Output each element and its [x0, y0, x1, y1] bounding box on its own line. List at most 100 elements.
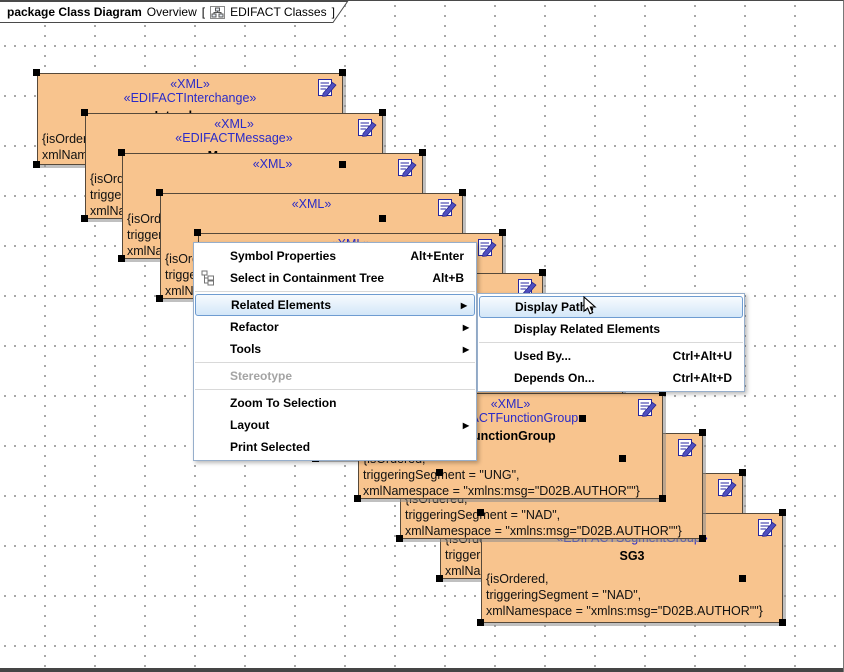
- selection-handle[interactable]: [118, 255, 125, 262]
- menu-item-label: Zoom To Selection: [230, 392, 336, 414]
- menu-item-print-selected[interactable]: Print Selected: [194, 436, 476, 458]
- menu-separator: [195, 291, 475, 292]
- menu-shortcut: Ctrl+Alt+U: [673, 345, 732, 367]
- menu-item-stereotype[interactable]: Stereotype: [194, 365, 476, 387]
- diagram-canvas[interactable]: «XML»«EDIFACTInterchange»Interchange{isO…: [0, 0, 844, 672]
- frame-bracket-close: ]: [332, 5, 335, 19]
- diagram-kind-label: package Class Diagram: [7, 5, 142, 19]
- documentation-icon: [758, 519, 778, 537]
- containment-tree-icon: [201, 270, 215, 286]
- selection-handle[interactable]: [659, 495, 666, 502]
- documentation-icon: [318, 79, 338, 97]
- selection-handle[interactable]: [156, 189, 163, 196]
- selection-handle[interactable]: [33, 69, 40, 76]
- class-property: xmlNamespace = "xmlns:msg="D02B.AUTHOR""…: [363, 483, 661, 499]
- documentation-icon: [438, 199, 458, 217]
- selection-handle[interactable]: [156, 295, 163, 302]
- selection-handle[interactable]: [81, 215, 88, 222]
- stereotype-label: «EDIFACTMessage»: [86, 131, 382, 145]
- menu-item-label: Layout: [230, 414, 269, 436]
- selection-handle[interactable]: [194, 229, 201, 236]
- menu-shortcut: Ctrl+Alt+D: [673, 367, 732, 389]
- stereotype-label: «XML»: [123, 157, 422, 171]
- related-elements-submenu: Display PathsDisplay Related Elements Use…: [477, 293, 745, 392]
- selection-handle[interactable]: [436, 575, 443, 582]
- menu-item-select-in-containment-tree[interactable]: Select in Containment TreeAlt+B: [194, 267, 476, 289]
- stereotype-label: [161, 211, 462, 225]
- menu-item-used-by[interactable]: Used By...Ctrl+Alt+U: [478, 345, 744, 367]
- menu-item-label: Tools: [230, 338, 261, 360]
- menu-item-label: Print Selected: [230, 436, 310, 458]
- menu-item-tools[interactable]: Tools ▶: [194, 338, 476, 360]
- selection-handle[interactable]: [81, 109, 88, 116]
- class-property: xmlNamespace = "xmlns:msg="D02B.AUTHOR""…: [405, 523, 701, 539]
- selection-handle[interactable]: [354, 495, 361, 502]
- selection-handle[interactable]: [739, 575, 746, 582]
- class-property: triggeringSegment = "UNG",: [363, 467, 661, 483]
- stereotype-label: «XML»: [161, 197, 462, 211]
- selection-handle[interactable]: [379, 109, 386, 116]
- selection-handle[interactable]: [339, 69, 346, 76]
- class-property: {isOrdered,: [486, 571, 781, 587]
- menu-item-related-elements[interactable]: Related Elements ▶: [195, 294, 475, 316]
- menu-item-refactor[interactable]: Refactor▶: [194, 316, 476, 338]
- selection-handle[interactable]: [477, 509, 484, 516]
- selection-handle[interactable]: [379, 215, 386, 222]
- class-diagram-icon: [210, 6, 225, 19]
- class-name: SG3: [482, 548, 782, 564]
- menu-item-symbol-properties[interactable]: Symbol PropertiesAlt+Enter: [194, 245, 476, 267]
- arrow-cursor-icon: [583, 296, 597, 317]
- menu-separator: [479, 342, 743, 343]
- selection-handle[interactable]: [539, 269, 546, 276]
- selection-handle[interactable]: [396, 535, 403, 542]
- menu-item-label: Display Paths: [515, 297, 594, 317]
- diagram-name-label: Overview: [147, 5, 197, 19]
- selection-handle[interactable]: [477, 619, 484, 626]
- menu-item-label: Related Elements: [231, 295, 331, 315]
- context-menu: Symbol PropertiesAlt+EnterSelect in Cont…: [193, 242, 477, 461]
- selection-handle[interactable]: [619, 455, 626, 462]
- canvas-bottom-edge: [0, 668, 843, 672]
- documentation-icon: [398, 159, 418, 177]
- selection-handle[interactable]: [499, 229, 506, 236]
- frame-bracket-open: [: [202, 5, 205, 19]
- menu-item-label: Depends On...: [514, 367, 595, 389]
- selection-handle[interactable]: [436, 469, 443, 476]
- documentation-icon: [718, 479, 738, 497]
- selection-handle[interactable]: [699, 429, 706, 436]
- selection-handle[interactable]: [779, 509, 786, 516]
- menu-item-label: Refactor: [230, 316, 279, 338]
- submenu-arrow-icon: ▶: [463, 339, 469, 361]
- documentation-icon: [358, 119, 378, 137]
- stereotype-label: «XML»: [38, 77, 342, 91]
- menu-item-layout[interactable]: Layout ▶: [194, 414, 476, 436]
- selection-handle[interactable]: [419, 149, 426, 156]
- documentation-icon: [478, 239, 498, 257]
- menu-item-depends-on[interactable]: Depends On... Ctrl+Alt+D: [478, 367, 744, 389]
- menu-item-display-paths[interactable]: Display Paths: [479, 296, 743, 318]
- selection-handle[interactable]: [459, 189, 466, 196]
- stereotype-label: «EDIFACTInterchange»: [38, 91, 342, 105]
- class-property: triggeringSegment = "NAD",: [486, 587, 781, 603]
- class-property: xmlNamespace = "xmlns:msg="D02B.AUTHOR""…: [486, 603, 781, 619]
- frame-label: EDIFACT Classes: [230, 5, 326, 19]
- menu-shortcut: Alt+B: [432, 267, 464, 289]
- selection-handle[interactable]: [579, 415, 586, 422]
- selection-handle[interactable]: [779, 619, 786, 626]
- selection-handle[interactable]: [339, 161, 346, 168]
- submenu-arrow-icon: ▶: [461, 296, 467, 316]
- documentation-icon: [678, 439, 698, 457]
- submenu-arrow-icon: ▶: [463, 415, 469, 437]
- menu-item-zoom-to-selection[interactable]: Zoom To Selection: [194, 392, 476, 414]
- selection-handle[interactable]: [739, 469, 746, 476]
- mouse-cursor: [583, 296, 597, 322]
- stereotype-label: [123, 171, 422, 185]
- menu-item-label: Stereotype: [230, 365, 292, 387]
- menu-shortcut: Alt+Enter: [410, 245, 464, 267]
- selection-handle[interactable]: [118, 149, 125, 156]
- selection-handle[interactable]: [33, 161, 40, 168]
- selection-handle[interactable]: [699, 535, 706, 542]
- menu-item-display-related-elements[interactable]: Display Related Elements: [478, 318, 744, 340]
- menu-separator: [195, 362, 475, 363]
- diagram-frame-header: package Class Diagram Overview [ EDIFACT…: [0, 1, 352, 25]
